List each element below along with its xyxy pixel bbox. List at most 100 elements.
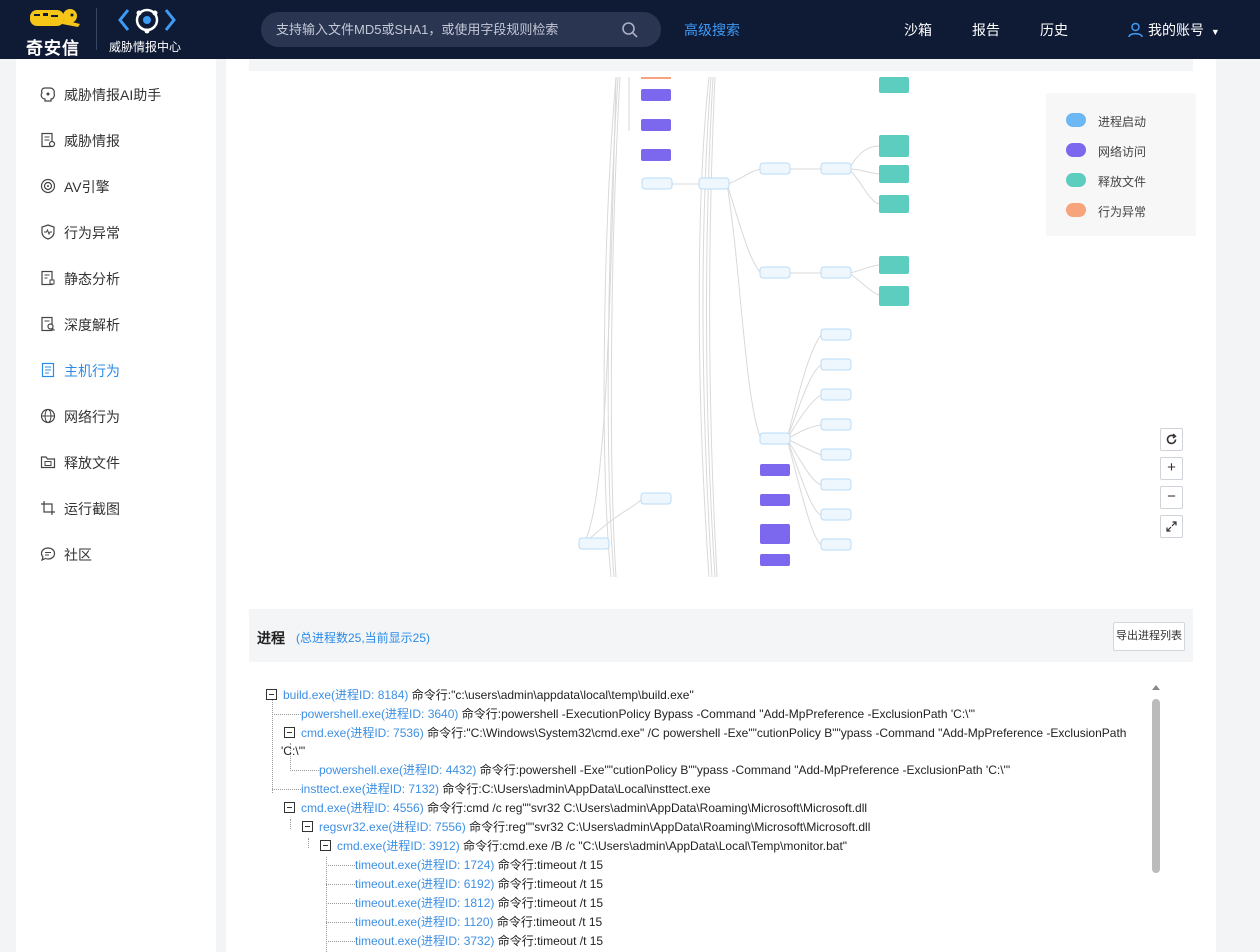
sidebar-item-community[interactable]: 社区: [16, 531, 216, 577]
scroll-up-arrow-icon[interactable]: [1152, 685, 1160, 690]
process-command: 命令行:timeout /t 15: [497, 858, 604, 872]
sidebar-item-label: 社区: [64, 547, 92, 563]
brand-logo[interactable]: 奇安信: [26, 6, 86, 58]
sidebar-item-label: 释放文件: [64, 455, 120, 471]
sidebar-item-behavior-anomaly[interactable]: 行为异常: [16, 209, 216, 255]
process-node[interactable]: build.exe(进程ID: 8184) 命令行:"c:\users\admi…: [266, 688, 694, 703]
legend-label: 进程启动: [1098, 115, 1147, 129]
process-node[interactable]: powershell.exe(进程ID: 3640) 命令行:powershel…: [301, 707, 975, 722]
user-icon: [1128, 22, 1143, 38]
search-input[interactable]: [276, 12, 616, 47]
scrollbar-thumb[interactable]: [1152, 699, 1160, 873]
tree-connector: [290, 819, 291, 829]
process-node[interactable]: insttect.exe(进程ID: 7132) 命令行:C:\Users\ad…: [301, 782, 711, 797]
fullscreen-icon: [1166, 521, 1177, 532]
process-name-link[interactable]: powershell.exe(进程ID: 4432): [319, 763, 476, 777]
process-command-continuation: 'C:\'": [281, 744, 305, 759]
process-name-link[interactable]: insttect.exe(进程ID: 7132): [301, 782, 439, 796]
nav-report[interactable]: 报告: [972, 20, 1000, 40]
process-node[interactable]: cmd.exe(进程ID: 4556) 命令行:cmd /c reg""svr3…: [284, 801, 867, 816]
process-name-link[interactable]: regsvr32.exe(进程ID: 7556): [319, 820, 466, 834]
zoom-in-button[interactable]: +: [1160, 457, 1183, 480]
account-menu[interactable]: 我的账号 ▼: [1128, 20, 1220, 40]
process-name-link[interactable]: timeout.exe(进程ID: 6192): [355, 877, 494, 891]
sidebar-item-label: 网络行为: [64, 409, 120, 425]
process-node[interactable]: timeout.exe(进程ID: 1724) 命令行:timeout /t 1…: [355, 858, 603, 873]
process-node[interactable]: timeout.exe(进程ID: 3732) 命令行:timeout /t 1…: [355, 934, 603, 949]
sidebar-item-threat-intel[interactable]: 威胁情报: [16, 117, 216, 163]
sidebar-item-dropped-files[interactable]: 释放文件: [16, 439, 216, 485]
tree-connector: [326, 941, 355, 942]
process-behavior-graph[interactable]: 进程启动 网络访问 释放文件 行为异常 + −: [249, 71, 1196, 607]
process-name-link[interactable]: timeout.exe(进程ID: 1812): [355, 896, 494, 910]
process-tree[interactable]: build.exe(进程ID: 8184) 命令行:"c:\users\admi…: [266, 683, 1146, 952]
folder-icon: [40, 456, 56, 469]
legend-swatch: [1066, 203, 1086, 217]
tree-connector: [308, 838, 309, 848]
fullscreen-button[interactable]: [1160, 515, 1183, 538]
process-name-link[interactable]: timeout.exe(进程ID: 1724): [355, 858, 494, 872]
sidebar-item-label: 静态分析: [64, 271, 120, 287]
process-name-link[interactable]: cmd.exe(进程ID: 4556): [301, 801, 424, 815]
collapse-toggle-icon[interactable]: [302, 821, 313, 832]
graph-legend: 进程启动 网络访问 释放文件 行为异常: [1046, 93, 1196, 236]
sidebar-item-label: 行为异常: [64, 225, 120, 241]
process-name-link[interactable]: build.exe(进程ID: 8184): [283, 688, 408, 702]
tree-connector: [290, 770, 319, 771]
process-count: (总进程数25,当前显示25): [296, 631, 431, 645]
sidebar-item-deep-analysis[interactable]: 深度解析: [16, 301, 216, 347]
collapse-toggle-icon[interactable]: [320, 840, 331, 851]
legend-label: 释放文件: [1098, 175, 1147, 189]
sidebar-item-network-behavior[interactable]: 网络行为: [16, 393, 216, 439]
process-tree-scrollbar[interactable]: [1151, 683, 1162, 952]
process-command: 命令行:reg""svr32 C:\Users\admin\AppData\Ro…: [469, 820, 871, 834]
collapse-toggle-icon[interactable]: [284, 802, 295, 813]
sidebar-item-label: 运行截图: [64, 501, 120, 517]
nav-sandbox[interactable]: 沙箱: [904, 20, 932, 40]
process-node[interactable]: timeout.exe(进程ID: 6192) 命令行:timeout /t 1…: [355, 877, 603, 892]
product-name: 威胁情报中心: [109, 40, 182, 54]
process-name-link[interactable]: timeout.exe(进程ID: 3732): [355, 934, 494, 948]
sidebar-item-label: 威胁情报AI助手: [64, 87, 162, 103]
export-process-list-button[interactable]: 导出进程列表: [1113, 622, 1185, 651]
nav-history[interactable]: 历史: [1040, 20, 1068, 40]
refresh-button[interactable]: [1160, 428, 1183, 451]
sidebar-item-av-engine[interactable]: AV引擎: [16, 163, 216, 209]
collapse-toggle-icon[interactable]: [266, 689, 277, 700]
zoom-out-button[interactable]: −: [1160, 486, 1183, 509]
chat-icon: [40, 547, 56, 562]
sidebar-item-host-behavior[interactable]: 主机行为: [16, 347, 216, 393]
sidebar-item-static-analysis[interactable]: 静态分析: [16, 255, 216, 301]
process-node[interactable]: cmd.exe(进程ID: 7536) 命令行:"C:\Windows\Syst…: [284, 726, 1126, 741]
process-section-header: 进程 (总进程数25,当前显示25) 导出进程列表: [249, 609, 1193, 662]
advanced-search-link[interactable]: 高级搜索: [684, 20, 740, 40]
process-node[interactable]: timeout.exe(进程ID: 1812) 命令行:timeout /t 1…: [355, 896, 603, 911]
tree-connector: [326, 884, 355, 885]
zoom-out-icon: −: [1167, 488, 1176, 505]
process-name-link[interactable]: cmd.exe(进程ID: 3912): [337, 839, 460, 853]
process-command: 命令行:powershell -Exe""cutionPolicy B""ypa…: [479, 763, 1011, 777]
process-name-link[interactable]: timeout.exe(进程ID: 1120): [355, 915, 494, 929]
legend-label: 行为异常: [1098, 205, 1147, 219]
process-command: 命令行:powershell -ExecutionPolicy Bypass -…: [461, 707, 976, 721]
process-node[interactable]: powershell.exe(进程ID: 4432) 命令行:powershel…: [319, 763, 1010, 778]
process-node[interactable]: timeout.exe(进程ID: 1120) 命令行:timeout /t 1…: [355, 915, 602, 930]
sidebar-item-screenshots[interactable]: 运行截图: [16, 485, 216, 531]
sidebar: 威胁情报AI助手 威胁情报 AV引擎 行为异常 静态分析 深度解析 主机行为 网…: [16, 59, 216, 952]
process-command: 命令行:cmd /c reg""svr32 C:\Users\admin\App…: [427, 801, 868, 815]
threat-intel-logo-icon: [118, 8, 176, 34]
process-command: 命令行:"c:\users\admin\appdata\local\temp\b…: [411, 688, 694, 702]
section-header-strip: [249, 59, 1193, 71]
search-icon[interactable]: [621, 21, 639, 39]
tree-connector: [326, 857, 327, 952]
process-name-link[interactable]: cmd.exe(进程ID: 7536): [301, 726, 424, 740]
sidebar-item-ai-assistant[interactable]: 威胁情报AI助手: [16, 71, 216, 117]
logo-divider: [96, 8, 97, 50]
process-name-link[interactable]: powershell.exe(进程ID: 3640): [301, 707, 458, 721]
top-navigation-bar: 奇安信 威胁情报中心 高级搜索 沙箱 报告 历史 我的账号 ▼: [0, 0, 1260, 59]
collapse-toggle-icon[interactable]: [284, 727, 295, 738]
globe-icon: [40, 408, 56, 424]
search-box: [261, 12, 661, 47]
process-node[interactable]: cmd.exe(进程ID: 3912) 命令行:cmd.exe /B /c "C…: [320, 839, 847, 854]
process-node[interactable]: regsvr32.exe(进程ID: 7556) 命令行:reg""svr32 …: [302, 820, 870, 835]
